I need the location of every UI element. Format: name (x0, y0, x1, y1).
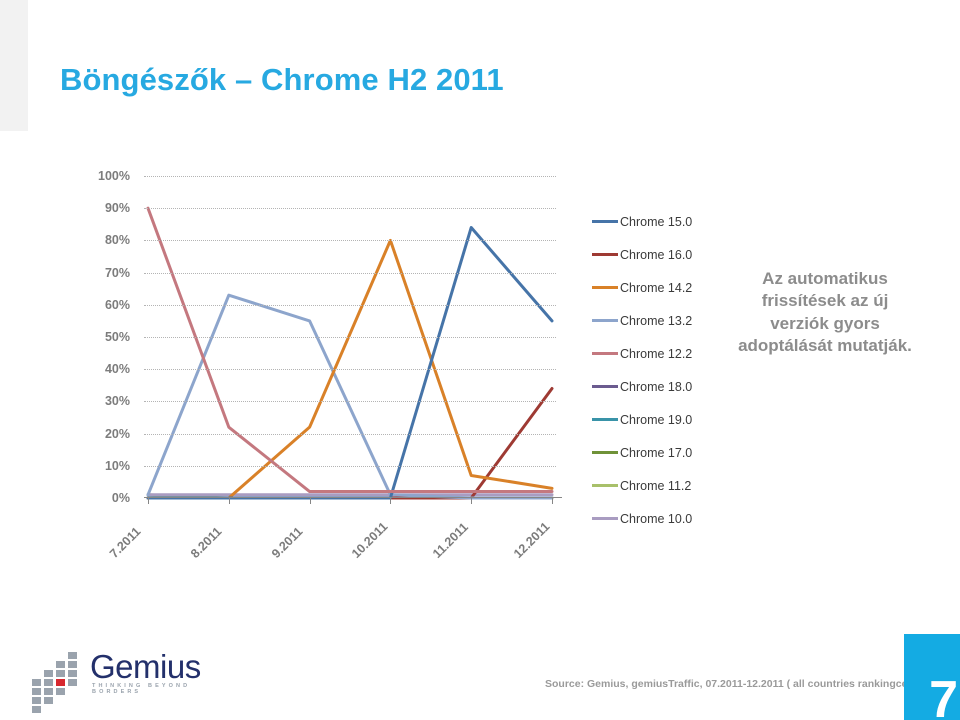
logo-block-cell (32, 706, 41, 713)
chart-x-axis: 7.2011 8.2011 9.2011 10.2011 11.2011 12.2011 (107, 504, 556, 564)
legend-color-swatch (592, 253, 618, 256)
logo-block-cell (44, 697, 53, 704)
logo-block-cell (56, 688, 65, 695)
logo-wordmark: Gemius (90, 648, 201, 685)
page-title: Böngészők – Chrome H2 2011 (60, 62, 504, 97)
logo-block-cell (68, 652, 77, 659)
chart-y-tick-label: 10% (104, 458, 130, 473)
legend-color-swatch (592, 220, 618, 223)
chart-gridline (144, 401, 556, 403)
legend-item[interactable]: Chrome 11.2 (592, 469, 742, 502)
page-number: 7 (929, 671, 958, 720)
source-note: Source: Gemius, gemiusTraffic, 07.2011-1… (545, 678, 942, 690)
logo-tagline: THINKING BEYOND BORDERS (92, 683, 191, 695)
legend-label: Chrome 16.0 (620, 247, 693, 262)
legend-label: Chrome 14.2 (620, 280, 693, 295)
chart-x-tick-label: 8.2011 (187, 524, 225, 561)
chart-gridline (144, 465, 556, 467)
chart-x-tick-label: 11.2011 (430, 520, 472, 561)
chart-gridline (144, 176, 556, 177)
legend-label: Chrome 17.0 (620, 445, 693, 460)
chart-series-line (146, 226, 554, 500)
chart-gridline (144, 240, 556, 242)
chart-x-tick-label: 7.2011 (106, 524, 144, 561)
chart-y-tick-label: 70% (104, 265, 130, 280)
chart-y-tick-label: 100% (98, 169, 130, 183)
legend-label: Chrome 19.0 (620, 412, 693, 427)
legend-label: Chrome 10.0 (620, 511, 693, 526)
chart-y-tick-label: 90% (104, 201, 130, 216)
legend-color-swatch (592, 418, 618, 421)
chart-y-tick-label: 80% (104, 233, 130, 248)
legend-label: Chrome 11.2 (620, 478, 692, 493)
legend-color-swatch (592, 517, 618, 520)
logo-block-cell (32, 688, 41, 695)
logo-block-cell (56, 679, 65, 686)
logo-block-cell (68, 679, 77, 686)
chart-plot-area (144, 176, 562, 504)
logo-block-cell (32, 679, 41, 686)
legend-color-swatch (592, 451, 618, 454)
left-decorative-band (0, 0, 28, 131)
legend-color-swatch (592, 319, 618, 322)
chart: 100% 90% 80% 70% 60% 50% 40% 30% 20% 10% 0% 7.2011… (46, 160, 566, 561)
chart-x-tick-label: 12.2011 (510, 519, 553, 561)
legend-color-swatch (592, 286, 618, 289)
logo-block-cell (44, 670, 53, 677)
legend-label: Chrome 18.0 (620, 379, 693, 394)
chart-y-tick-label: 30% (104, 394, 130, 409)
chart-gridline (144, 208, 556, 210)
legend-item[interactable]: Chrome 13.2 (592, 304, 742, 337)
logo-block-cell (56, 670, 65, 677)
chart-gridline (144, 337, 556, 338)
chart-legend: Chrome 15.0 Chrome 16.0 Chrome 14.2 Chrome … (592, 205, 742, 535)
legend-item[interactable]: Chrome 15.0 (592, 205, 742, 238)
chart-y-tick-label: 60% (104, 297, 130, 312)
chart-x-tick-label: 9.2011 (268, 524, 306, 561)
legend-label: Chrome 12.2 (620, 346, 693, 361)
chart-gridline (144, 433, 556, 435)
legend-item[interactable]: Chrome 14.2 (592, 271, 742, 304)
chart-y-tick-label: 20% (104, 426, 130, 441)
logo-block-cell (32, 697, 41, 704)
logo-block-cell (44, 679, 53, 686)
chart-gridline (144, 369, 556, 371)
legend-item[interactable]: Chrome 19.0 (592, 403, 742, 436)
logo-block-grid (32, 652, 84, 713)
legend-item[interactable]: Chrome 18.0 (592, 370, 742, 403)
chart-y-tick-label: 0% (111, 491, 130, 505)
legend-item[interactable]: Chrome 10.0 (592, 502, 742, 535)
page-number-block: 7 (904, 634, 960, 720)
callout-text: Az automatikus frissítések az új verziók… (738, 269, 912, 356)
logo-block-cell (68, 670, 77, 677)
chart-gridline (144, 304, 556, 306)
gemius-logo: Gemius THINKING BEYOND BORDERS (32, 648, 232, 713)
chart-x-tick-label: 10.2011 (349, 519, 391, 561)
chart-y-tick-label: 50% (104, 330, 130, 344)
legend-item[interactable]: Chrome 16.0 (592, 238, 742, 271)
legend-item[interactable]: Chrome 12.2 (592, 337, 742, 370)
logo-block-cell (56, 661, 65, 668)
logo-block-cell (68, 661, 77, 668)
chart-y-axis: 100% 90% 80% 70% 60% 50% 40% 30% 20% 10% 0% (46, 169, 138, 505)
logo-block-cell (44, 688, 53, 695)
legend-item[interactable]: Chrome 17.0 (592, 436, 742, 469)
legend-color-swatch (592, 385, 618, 388)
legend-color-swatch (592, 484, 618, 487)
legend-label: Chrome 15.0 (620, 214, 693, 229)
legend-color-swatch (592, 352, 618, 355)
slide-root: Böngészők – Chrome H2 2011 100% 90% 80% 70%… (0, 0, 960, 720)
chart-y-tick-label: 40% (104, 362, 130, 377)
chart-series-line (146, 293, 554, 500)
chart-gridline (144, 272, 556, 274)
legend-label: Chrome 13.2 (620, 313, 693, 328)
chart-x-axis-line (144, 497, 562, 498)
